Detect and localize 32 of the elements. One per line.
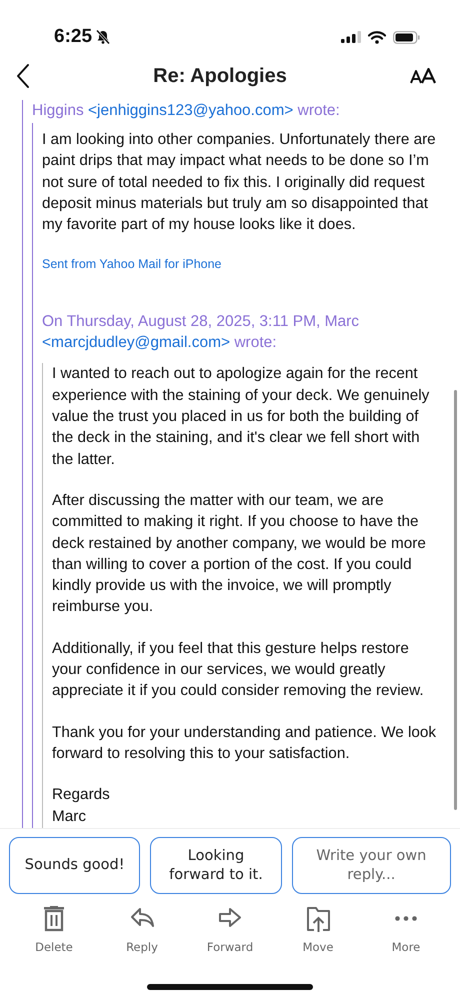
message-text: I wanted to reach out to apologize again for the recent experience with the staining of your deck. We genuinely value the trust you placed in us for both the building of the deck in the staining, and it's clear we fell short with the latter. [52,364,430,470]
toolbar-button[interactable]: Move [283,906,353,954]
email-subject: Re: Apologies [153,64,287,88]
text-size-icon [410,68,436,84]
signature-link[interactable]: Sent from Yahoo Mail for iPhone [42,257,442,272]
email-link[interactable]: <marcjdudley@gmail.com> [42,334,230,352]
quick-reply-button[interactable]: Looking forward to it. [150,837,282,894]
trash-icon [42,906,66,932]
toolbar-button[interactable]: Delete [19,906,89,954]
toolbar-button[interactable]: Reply [107,906,177,954]
toolbar-button[interactable]: More [371,906,441,954]
quote-header: On Thursday, August 28, 2025, 3:11 PM, Marc <marcjdudley@gmail.com> wrote: [42,312,360,354]
message-text: I am looking into other companies. Unfortunately there are paint drips that may impact what needs to be done so I’m not sure of total needed to fix this. I originally did request deposit minus materials but truly am so disappointed that my favorite part of my house looks like it does. [42,130,437,236]
back-button[interactable] [14,61,32,91]
message-text: Thank you for your understanding and patience. We look forward to resolving this to your satisfaction. [52,722,438,764]
quote-header: Higgins <jenhiggins123@yahoo.com> wrote: [32,101,341,121]
email-link[interactable]: <jenhiggins123@yahoo.com> [88,102,294,119]
back-chevron-icon [16,63,30,89]
quick-reply-button[interactable]: Sounds good! [9,837,140,894]
message-text: Regards Marc [52,785,111,827]
status-time: 6:25 [54,26,92,48]
more-dots-icon [395,916,417,921]
folder-arrow-icon [306,906,330,932]
wifi-icon [368,30,386,44]
bell-slash-icon [95,29,112,45]
toolbar-button[interactable]: Forward [195,906,265,954]
message-text: After discussing the matter with our team, we are committed to making it right. If you choose to have the deck restained by another company, we would be more than willing to cover a portion of the cost. If you could kindly provide us with the invoice, we will promptly reimburse you. [52,490,427,618]
compose-reply-button[interactable]: Write your own reply... [292,837,451,894]
battery-icon [393,30,420,44]
signal-icon [341,31,361,43]
text-size-button[interactable] [408,66,438,86]
message-text: Additionally, if you feel that this gesture helps restore your confidence in our services, we would greatly appreciate it if you could consider removing the review. [52,638,425,702]
